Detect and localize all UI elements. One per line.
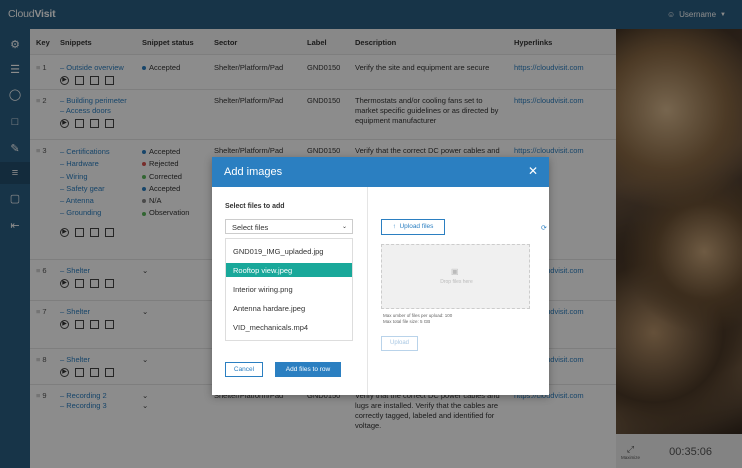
upload-files-button[interactable]: ↑ Upload files xyxy=(381,219,445,235)
dialog-header: Add images ✕ xyxy=(212,157,549,187)
dialog-title: Add images xyxy=(224,166,283,178)
select-files-panel: Select files to add Select files ⌄ GND019… xyxy=(212,187,368,395)
file-option-selected[interactable]: Rooftop view.jpeg xyxy=(226,263,352,277)
file-option[interactable]: Interior wiring.png xyxy=(226,282,352,296)
drop-zone-text: Drop files here xyxy=(440,279,473,285)
image-icon: ▣ xyxy=(451,267,459,276)
select-files-dropdown[interactable]: Select files ⌄ xyxy=(225,219,353,234)
drop-zone[interactable]: ▣ Drop files here xyxy=(381,244,530,309)
upload-limits: Max umber of files per upload: 100 Max t… xyxy=(383,313,453,324)
close-icon[interactable]: ✕ xyxy=(528,164,538,178)
file-option[interactable]: VID_mechanicals.mp4 xyxy=(226,320,352,334)
file-option[interactable]: GND019_IMG_upladed.jpg xyxy=(226,244,352,258)
select-files-label: Select files to add xyxy=(225,203,285,210)
cancel-button[interactable]: Cancel xyxy=(225,362,263,377)
upload-icon: ↑ xyxy=(392,223,396,230)
upload-button[interactable]: Upload xyxy=(381,336,418,351)
file-option[interactable]: Antenna hardare.jpeg xyxy=(226,301,352,315)
upload-panel: ↑ Upload files ⟳ ▣ Drop files here Max u… xyxy=(369,187,549,395)
chevron-down-icon: ⌄ xyxy=(341,224,347,230)
refresh-icon[interactable]: ⟳ xyxy=(541,224,547,232)
file-list: GND019_IMG_upladed.jpg Rooftop view.jpeg… xyxy=(225,238,353,341)
add-images-dialog: Add images ✕ Select files to add Select … xyxy=(212,157,549,395)
add-files-button[interactable]: Add files to row xyxy=(275,362,341,377)
